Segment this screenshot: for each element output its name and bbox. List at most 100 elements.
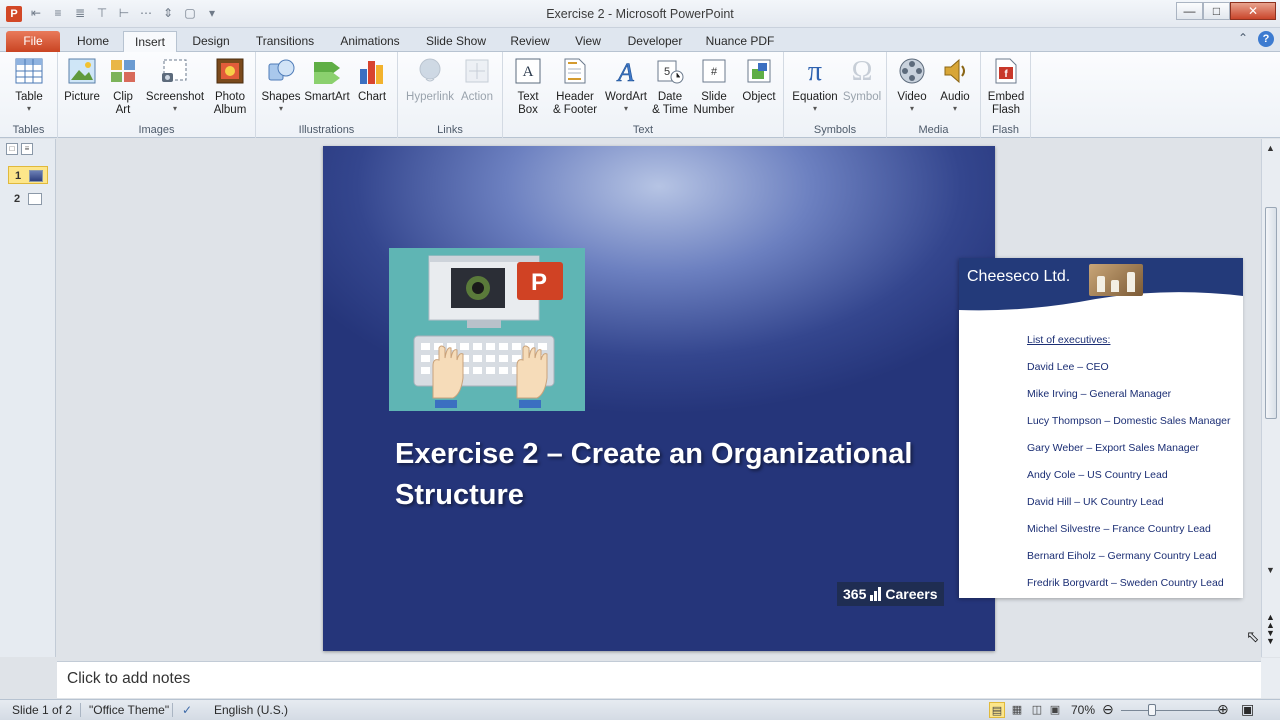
text-box-label-2: Box bbox=[518, 104, 538, 116]
brand-name: Careers bbox=[885, 586, 938, 602]
outline-tab-icon[interactable]: ≡ bbox=[21, 143, 33, 155]
computer-keyboard-illustration[interactable]: P bbox=[389, 248, 585, 411]
previous-slide-icon[interactable]: ▲ ▲ bbox=[1266, 613, 1275, 630]
slide-mini-preview bbox=[29, 170, 43, 182]
table-button[interactable]: Table ▾ bbox=[6, 56, 52, 113]
zoom-out-icon[interactable]: ⊖ bbox=[1102, 701, 1114, 718]
photo-album-button[interactable]: Photo Album bbox=[208, 56, 252, 117]
tab-view[interactable]: View bbox=[564, 31, 612, 52]
group-label-illustrations: Illustrations bbox=[298, 124, 355, 136]
maximize-button[interactable]: □ bbox=[1203, 2, 1230, 20]
audio-button[interactable]: Audio ▾ bbox=[935, 56, 975, 113]
embed-flash-button[interactable]: f Embed Flash bbox=[984, 56, 1028, 117]
list-item: Michel Silvestre – France Country Lead bbox=[1027, 523, 1211, 535]
close-icon: ✕ bbox=[1247, 4, 1259, 18]
smartart-button[interactable]: SmartArt bbox=[302, 56, 352, 104]
zoom-level[interactable]: 70% bbox=[1071, 703, 1095, 717]
tab-slide-show[interactable]: Slide Show bbox=[416, 31, 496, 52]
svg-text:#: # bbox=[711, 66, 718, 78]
group-label-media: Media bbox=[918, 124, 949, 136]
notes-scrollbar[interactable] bbox=[1261, 658, 1280, 698]
chart-button[interactable]: Chart bbox=[354, 56, 390, 104]
slide-show-view-icon[interactable]: ▣ bbox=[1047, 702, 1063, 718]
omega-icon: Ω bbox=[851, 55, 873, 87]
table-icon bbox=[14, 56, 44, 86]
tab-review[interactable]: Review bbox=[503, 31, 557, 52]
group-text: A Text Box Header & Footer A WordArt ▾ 5… bbox=[503, 52, 784, 138]
object-button[interactable]: Object bbox=[739, 56, 779, 104]
tab-transitions[interactable]: Transitions bbox=[246, 31, 324, 52]
film-reel-icon bbox=[897, 56, 927, 86]
list-item: Fredrik Borgvardt – Sweden Country Lead bbox=[1027, 577, 1224, 589]
tab-insert[interactable]: Insert bbox=[123, 31, 177, 54]
slide-canvas[interactable]: P Exercise 2 – Create an Organizational … bbox=[323, 146, 995, 651]
notes-placeholder[interactable]: Click to add notes bbox=[67, 670, 190, 688]
picture-button[interactable]: Picture bbox=[60, 56, 104, 104]
shapes-button[interactable]: Shapes ▾ bbox=[260, 56, 302, 113]
tab-design[interactable]: Design bbox=[183, 31, 239, 52]
flash-icon: f bbox=[991, 56, 1021, 86]
symbol-button[interactable]: Ω Symbol bbox=[840, 56, 884, 104]
minimize-button[interactable]: — bbox=[1176, 2, 1203, 20]
bars-icon bbox=[870, 587, 882, 601]
zoom-slider-track[interactable] bbox=[1121, 710, 1219, 711]
title-bar: P ⇤ ≡ ≣ ⊤ ⊢ ⋯ ⇕ ▢ ▾ Exercise 2 - Microso… bbox=[0, 0, 1280, 28]
close-button[interactable]: ✕ bbox=[1230, 2, 1276, 20]
clip-art-button[interactable]: Clip Art bbox=[106, 56, 140, 117]
list-item: David Hill – UK Country Lead bbox=[1027, 496, 1164, 508]
tab-animations[interactable]: Animations bbox=[331, 31, 409, 52]
slides-tab-icon[interactable]: □ bbox=[6, 143, 18, 155]
scroll-up-icon[interactable]: ▲ bbox=[1266, 143, 1275, 153]
action-button[interactable]: Action bbox=[456, 56, 498, 104]
help-icon[interactable]: ? bbox=[1258, 31, 1274, 47]
text-box-button[interactable]: A Text Box bbox=[507, 56, 549, 117]
tab-file[interactable]: File bbox=[6, 31, 60, 52]
video-button[interactable]: Video ▾ bbox=[891, 56, 933, 113]
screenshot-icon bbox=[160, 56, 190, 86]
theme-name[interactable]: "Office Theme" bbox=[89, 703, 169, 717]
hyperlink-button[interactable]: Hyperlink bbox=[402, 56, 458, 104]
embed-flash-label-1: Embed bbox=[987, 91, 1025, 103]
slide-thumbnail-1[interactable]: 1 bbox=[8, 166, 48, 184]
tab-home[interactable]: Home bbox=[68, 31, 118, 52]
header-footer-button[interactable]: Header & Footer bbox=[549, 56, 601, 117]
speaker-icon bbox=[940, 56, 970, 86]
scroll-down-icon[interactable]: ▼ bbox=[1266, 565, 1275, 575]
date-time-button[interactable]: 5 Date & Time bbox=[649, 56, 691, 117]
notes-pane[interactable]: Click to add notes bbox=[57, 661, 1261, 698]
slide-thumbnail-2[interactable]: 2 bbox=[8, 190, 48, 208]
normal-view-icon[interactable]: ▤ bbox=[989, 702, 1005, 718]
audio-label: Audio bbox=[940, 91, 970, 103]
reading-view-icon[interactable]: ◫ bbox=[1029, 702, 1045, 718]
screenshot-button[interactable]: Screenshot ▾ bbox=[144, 56, 206, 113]
slide-mini-preview bbox=[28, 193, 42, 205]
slide-number-button[interactable]: # Slide Number bbox=[691, 56, 737, 117]
card-header: Cheeseco Ltd. bbox=[959, 258, 1243, 312]
spell-check-icon[interactable]: ✓ bbox=[182, 703, 192, 717]
tab-developer[interactable]: Developer bbox=[619, 31, 691, 52]
slide-indicator: Slide 1 of 2 bbox=[12, 703, 73, 717]
language-indicator[interactable]: English (U.S.) bbox=[214, 703, 288, 717]
next-slide-icon[interactable]: ▼ ▼ bbox=[1266, 629, 1275, 646]
fit-to-window-icon[interactable]: ▣ bbox=[1241, 701, 1254, 718]
tab-nuance-pdf[interactable]: Nuance PDF bbox=[698, 31, 782, 52]
zoom-in-icon[interactable]: ⊕ bbox=[1217, 701, 1229, 718]
list-item: Lucy Thompson – Domestic Sales Manager bbox=[1027, 415, 1231, 427]
dropdown-icon: ▾ bbox=[172, 104, 177, 113]
slide-title[interactable]: Exercise 2 – Create an Organizational St… bbox=[395, 434, 955, 516]
zoom-slider-thumb[interactable] bbox=[1148, 704, 1156, 716]
group-label-links: Links bbox=[437, 124, 463, 136]
group-symbols: π Equation ▾ Ω Symbol Symbols bbox=[784, 52, 887, 138]
slide-sorter-view-icon[interactable]: ▦ bbox=[1009, 702, 1025, 718]
equation-button[interactable]: π Equation ▾ bbox=[788, 56, 842, 113]
list-item: David Lee – CEO bbox=[1027, 361, 1109, 373]
minimize-ribbon-icon[interactable]: ⌃ bbox=[1238, 31, 1248, 45]
dropdown-icon: ▾ bbox=[623, 104, 628, 113]
picture-label: Picture bbox=[64, 91, 100, 103]
list-item: Bernard Eiholz – Germany Country Lead bbox=[1027, 550, 1217, 562]
date-time-icon: 5 bbox=[655, 56, 685, 86]
scrollbar-thumb[interactable] bbox=[1265, 207, 1277, 419]
vertical-scrollbar[interactable]: ▲ ▲ ▲ ▼ ▼ ▼ bbox=[1261, 139, 1280, 657]
wordart-button[interactable]: A WordArt ▾ bbox=[603, 56, 649, 113]
photo-album-label-1: Photo bbox=[214, 91, 246, 103]
